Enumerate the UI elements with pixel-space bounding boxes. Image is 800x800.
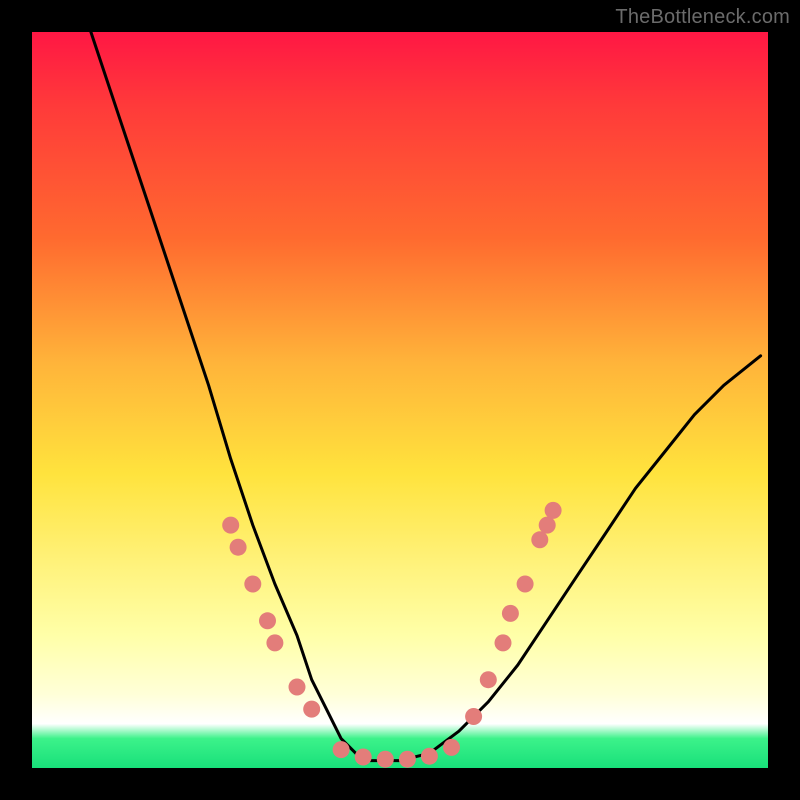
data-point <box>377 751 394 768</box>
data-point <box>531 531 548 548</box>
curve-layer <box>32 32 768 768</box>
plot-area <box>32 32 768 768</box>
chart-frame: TheBottleneck.com <box>0 0 800 800</box>
data-point <box>244 576 261 593</box>
data-point <box>443 739 460 756</box>
data-point <box>230 539 247 556</box>
data-point <box>421 748 438 765</box>
data-point <box>480 671 497 688</box>
data-point <box>517 576 534 593</box>
data-point <box>465 708 482 725</box>
data-point <box>303 701 320 718</box>
data-point <box>259 612 276 629</box>
data-point <box>355 749 372 766</box>
data-point <box>333 741 350 758</box>
bottleneck-curve <box>91 32 761 761</box>
data-point <box>266 634 283 651</box>
data-point <box>539 517 556 534</box>
data-point <box>289 679 306 696</box>
data-point <box>495 634 512 651</box>
data-point <box>399 751 416 768</box>
data-point <box>502 605 519 622</box>
data-point <box>222 517 239 534</box>
data-point <box>545 502 562 519</box>
watermark-label: TheBottleneck.com <box>615 6 790 29</box>
